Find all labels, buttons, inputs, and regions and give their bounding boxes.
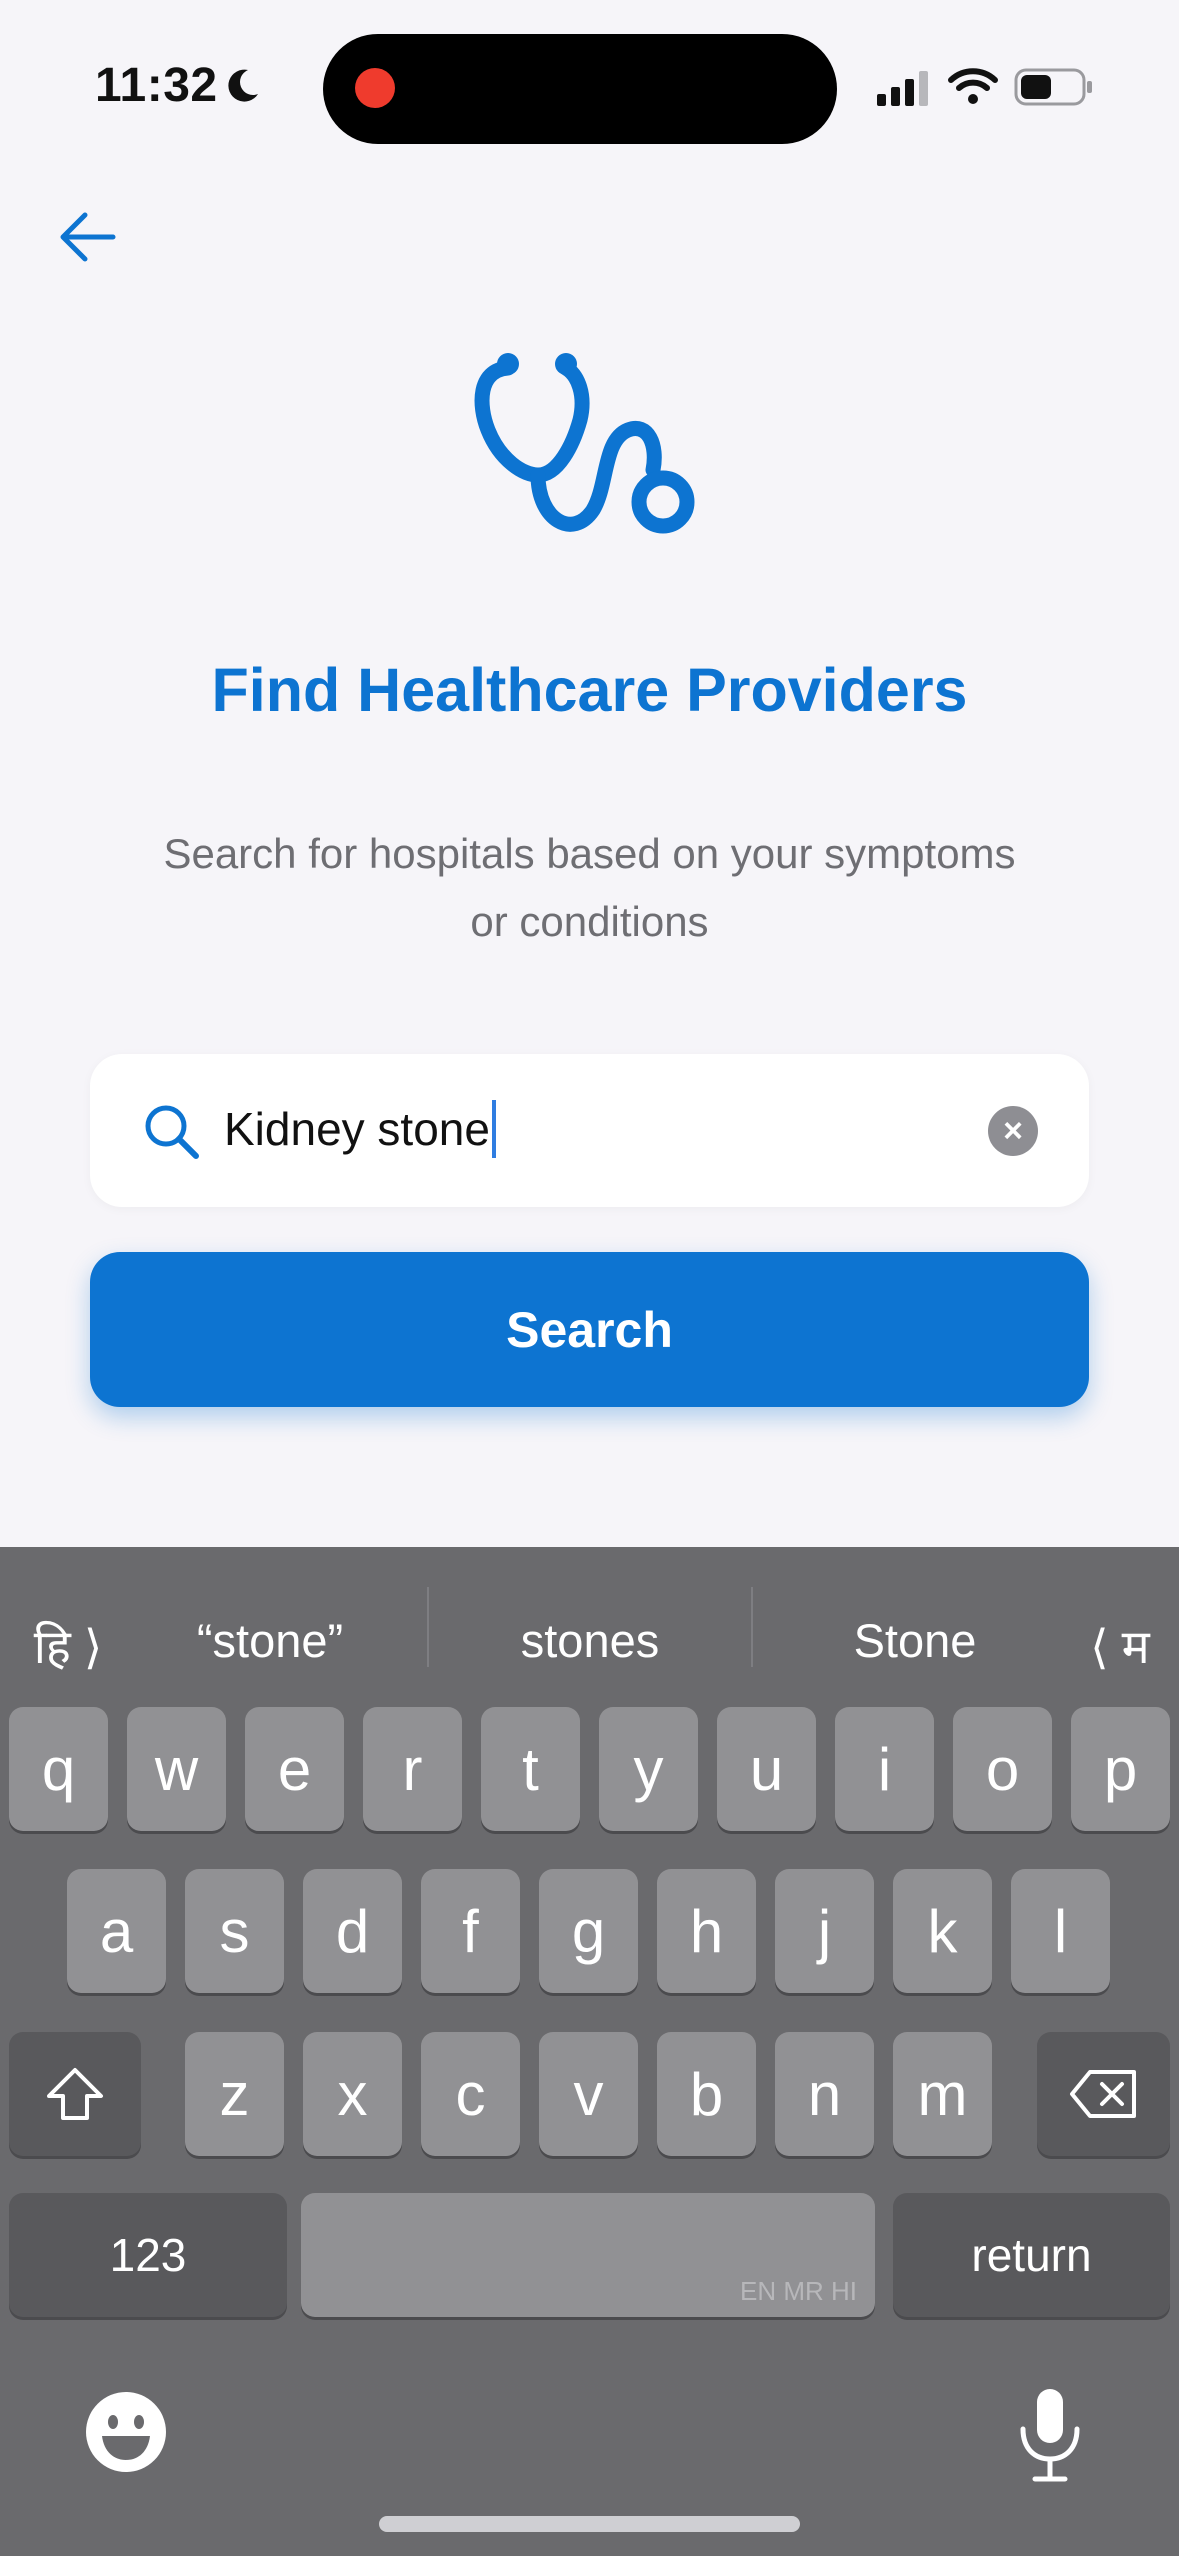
microphone-icon[interactable]	[1015, 2385, 1085, 2485]
text-cursor	[491, 1099, 496, 1158]
key-f[interactable]: f	[421, 1869, 520, 1993]
emoji-icon[interactable]	[84, 2390, 168, 2474]
suggestion-divider	[751, 1587, 753, 1667]
space-key[interactable]: EN MR HI	[301, 2193, 875, 2317]
search-icon	[145, 1105, 199, 1159]
key-d[interactable]: d	[303, 1869, 402, 1993]
key-u[interactable]: u	[717, 1707, 816, 1831]
key-k[interactable]: k	[893, 1869, 992, 1993]
page-title: Find Healthcare Providers	[211, 656, 968, 724]
key-i[interactable]: i	[835, 1707, 934, 1831]
key-m[interactable]: m	[893, 2032, 992, 2156]
delete-backspace-icon	[1069, 2070, 1136, 2118]
suggestion-3[interactable]: Stone	[765, 1613, 1065, 1668]
return-key[interactable]: return	[893, 2193, 1170, 2317]
key-c[interactable]: c	[421, 2032, 520, 2156]
subtitle-line-2: or conditions	[470, 898, 709, 945]
key-z[interactable]: z	[185, 2032, 284, 2156]
key-q[interactable]: q	[9, 1707, 108, 1831]
search-input[interactable]: Kidney stone	[224, 1099, 496, 1162]
home-indicator[interactable]	[379, 2516, 800, 2532]
key-h[interactable]: h	[657, 1869, 756, 1993]
search-input-text: Kidney stone	[224, 1103, 490, 1155]
recording-indicator-icon	[355, 68, 395, 108]
key-x[interactable]: x	[303, 2032, 402, 2156]
key-w[interactable]: w	[127, 1707, 226, 1831]
suggestion-2[interactable]: stones	[440, 1613, 740, 1668]
key-v[interactable]: v	[539, 2032, 638, 2156]
cellular-signal-icon	[877, 71, 928, 106]
moon-icon	[228, 69, 258, 102]
wifi-icon	[948, 68, 998, 104]
language-switch-left[interactable]: हि ⟩	[28, 1613, 108, 1677]
key-a[interactable]: a	[67, 1869, 166, 1993]
key-j[interactable]: j	[775, 1869, 874, 1993]
shift-icon	[47, 2068, 103, 2120]
stethoscope-icon	[474, 353, 695, 534]
space-language-hint: EN MR HI	[740, 2276, 857, 2306]
subtitle-line-1: Search for hospitals based on your sympt…	[163, 830, 1016, 877]
key-o[interactable]: o	[953, 1707, 1052, 1831]
suggestion-1[interactable]: “stone”	[140, 1613, 400, 1668]
key-g[interactable]: g	[539, 1869, 638, 1993]
suggestion-divider	[427, 1587, 429, 1667]
key-n[interactable]: n	[775, 2032, 874, 2156]
dynamic-island	[323, 34, 837, 144]
numbers-key[interactable]: 123	[9, 2193, 287, 2317]
delete-key[interactable]	[1037, 2032, 1170, 2156]
key-s[interactable]: s	[185, 1869, 284, 1993]
language-switch-right[interactable]: ⟨ म	[1075, 1613, 1165, 1677]
key-e[interactable]: e	[245, 1707, 344, 1831]
shift-key[interactable]	[9, 2032, 141, 2156]
key-b[interactable]: b	[657, 2032, 756, 2156]
search-button[interactable]: Search	[90, 1252, 1089, 1407]
battery-icon	[1014, 68, 1092, 106]
key-l[interactable]: l	[1011, 1869, 1110, 1993]
key-r[interactable]: r	[363, 1707, 462, 1831]
status-time: 11:32	[95, 59, 218, 112]
clear-search-icon[interactable]: ×	[988, 1106, 1038, 1156]
keyboard: हि ⟩ “stone” stones Stone ⟨ म q w e r t …	[0, 1547, 1179, 2556]
key-p[interactable]: p	[1071, 1707, 1170, 1831]
key-t[interactable]: t	[481, 1707, 580, 1831]
page-subtitle: Search for hospitals based on your sympt…	[90, 820, 1089, 956]
back-arrow-icon[interactable]	[55, 205, 119, 269]
search-field[interactable]: Kidney stone ×	[90, 1054, 1089, 1207]
key-y[interactable]: y	[599, 1707, 698, 1831]
